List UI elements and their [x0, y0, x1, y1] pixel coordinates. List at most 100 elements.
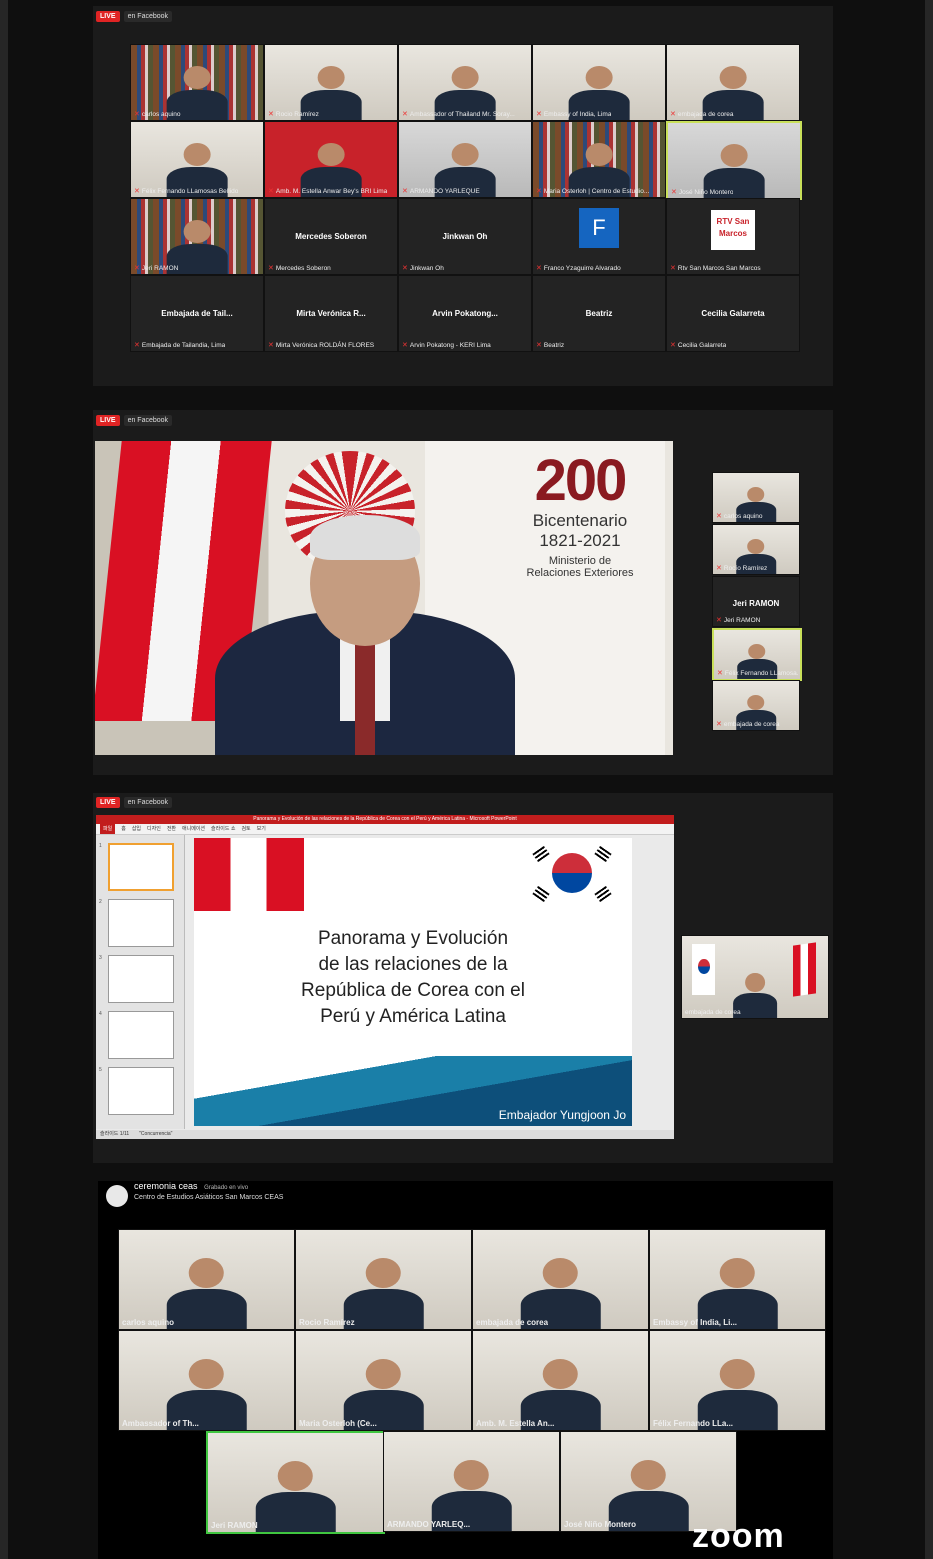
- speaker-person: [215, 515, 515, 755]
- participant-name: ✕ Mirta Verónica ROLDÁN FLORES: [268, 341, 375, 350]
- video-tile[interactable]: Mercedes Soberon ✕ Mercedes Soberon: [264, 198, 398, 275]
- video-tile[interactable]: Ambassador of Th...: [118, 1330, 295, 1431]
- video-tile[interactable]: RTV San Marcos ✕ Rtv San Marcos San Marcos: [666, 198, 800, 275]
- ppt-menu-item[interactable]: 삽입: [132, 824, 141, 834]
- participant-name: ✕ carlos aquino: [134, 110, 181, 119]
- video-tile[interactable]: Beatriz ✕ Beatriz: [532, 275, 666, 352]
- participant-name: ARMANDO YARLEQ...: [387, 1520, 471, 1529]
- video-tile[interactable]: ✕ José Niño Montero: [666, 121, 802, 200]
- share-frame: LIVE en Facebook Panorama y Evolución de…: [8, 785, 925, 1175]
- video-tile[interactable]: Félix Fernando LLa...: [649, 1330, 826, 1431]
- participant-name: ✕ Félix Fernando LLamosa...: [717, 669, 799, 678]
- video-tile[interactable]: ✕ carlos aquino: [130, 44, 264, 121]
- video-tile[interactable]: Amb. M. Estella An...: [472, 1330, 649, 1431]
- video-tile[interactable]: Arvin Pokatong... ✕ Arvin Pokatong - KERI …: [398, 275, 532, 352]
- logo-line2: 1821-2021: [539, 531, 621, 550]
- video-tile[interactable]: ✕ Ambassador of Thailand Mr. Soray...: [398, 44, 532, 121]
- channel-avatar: [106, 1185, 128, 1207]
- rtv-logo: RTV San Marcos: [711, 209, 755, 250]
- participant-name: Amb. M. Estella An...: [476, 1419, 555, 1428]
- video-tile[interactable]: carlos aquino: [118, 1229, 295, 1330]
- ppt-menu-item[interactable]: 전환: [167, 824, 176, 834]
- participant-video: [166, 1257, 247, 1329]
- live-destination[interactable]: en Facebook: [123, 10, 173, 22]
- video-tile[interactable]: Rocio Ramírez: [295, 1229, 472, 1330]
- slide-thumbnail[interactable]: [108, 843, 174, 891]
- live-badge[interactable]: LIVE en Facebook: [96, 795, 173, 809]
- participant-name: embajada de corea: [685, 1009, 741, 1016]
- slide-thumbnail[interactable]: [108, 955, 174, 1003]
- participant-name: Rocio Ramírez: [299, 1318, 355, 1327]
- video-tile[interactable]: ✕ Félix Fernando LLamosas Bellido: [130, 121, 264, 198]
- video-tile[interactable]: Maria Osterloh (Ce...: [295, 1330, 472, 1431]
- live-tag: LIVE: [96, 796, 120, 808]
- recording-frame: ceremonia ceas Grabado en vivo Centro de…: [8, 1175, 925, 1559]
- ppt-slide-thumbnails: 1 2 3 4 5: [96, 835, 185, 1129]
- video-tile[interactable]: ✕ embajada de corea: [712, 680, 800, 731]
- mic-muted-icon: ✕: [716, 513, 722, 520]
- slide-thumbnail[interactable]: [108, 1011, 174, 1059]
- video-tile[interactable]: ✕ Rocio Ramírez: [264, 44, 398, 121]
- ppt-menu-item[interactable]: 디자인: [147, 824, 161, 834]
- video-tile[interactable]: ✕ Jeri RAMON: [130, 198, 264, 275]
- slide-peru-flag: [194, 838, 304, 911]
- slide-thumb-number: 5: [99, 1067, 102, 1073]
- ppt-menu-item[interactable]: 검토: [241, 824, 250, 834]
- participant-video: [343, 1257, 424, 1329]
- live-destination[interactable]: en Facebook: [123, 796, 173, 808]
- slide-title-line: de las relaciones de la: [318, 954, 508, 975]
- video-tile[interactable]: ✕ ARMANDO YARLEQUE: [398, 121, 532, 198]
- participant-name: Jeri RAMON: [211, 1521, 258, 1530]
- ppt-menu-item[interactable]: 슬라이드 쇼: [211, 824, 235, 834]
- ppt-menu-item[interactable]: 보기: [257, 824, 266, 834]
- video-tile[interactable]: ✕ Maria Osterloh | Centro de Estudio...: [532, 121, 666, 198]
- slide-title-line: Panorama y Evolución: [317, 928, 509, 949]
- participant-display-name: Cecilia Galarreta: [701, 309, 765, 318]
- mic-muted-icon: ✕: [134, 265, 140, 272]
- gallery-panel: LIVE en Facebook ✕ carlos aquino ✕ Rocio Ra…: [93, 6, 833, 386]
- slide-thumbnail[interactable]: [108, 1067, 174, 1115]
- mic-muted-icon: ✕: [402, 188, 408, 195]
- participant-display-name: Beatriz: [585, 309, 613, 318]
- live-badge[interactable]: LIVE en Facebook: [96, 413, 173, 427]
- video-tile[interactable]: F ✕ Franco Yzaguirre Alvarado: [532, 198, 666, 275]
- participant-name: ✕ Jeri RAMON: [716, 616, 761, 625]
- live-badge[interactable]: LIVE en Facebook: [96, 9, 173, 23]
- video-tile[interactable]: ✕ Amb. M. Estella Anwar Bey's BRI Lima: [264, 121, 398, 198]
- video-tile[interactable]: ✕ Rocío Ramírez: [712, 524, 800, 575]
- video-tile[interactable]: Cecilia Galarreta ✕ Cecilia Galarreta: [666, 275, 800, 352]
- recording-title: ceremonia ceas Grabado en vivo: [134, 1181, 249, 1191]
- ppt-menu-item[interactable]: 파일: [100, 824, 116, 834]
- mic-muted-icon: ✕: [134, 188, 140, 195]
- video-tile[interactable]: ✕ Embassy of India, Lima: [532, 44, 666, 121]
- ppt-menu-item[interactable]: 애니메이션: [182, 824, 205, 834]
- slide-thumbnail[interactable]: [108, 899, 174, 947]
- video-tile[interactable]: ✕ embajada de corea: [666, 44, 800, 121]
- share-panel: LIVE en Facebook Panorama y Evolución de…: [93, 793, 833, 1163]
- korea-flag: [692, 944, 716, 995]
- mic-muted-icon: ✕: [670, 342, 676, 349]
- participant-name: ✕ Beatriz: [536, 341, 565, 350]
- video-tile[interactable]: embajada de corea: [472, 1229, 649, 1330]
- video-tile[interactable]: ARMANDO YARLEQ...: [383, 1431, 560, 1532]
- participant-name: ✕ Rocío Ramírez: [716, 564, 768, 573]
- participant-name: ✕ Cecilia Galarreta: [670, 341, 727, 350]
- ppt-menu-item[interactable]: 홈: [121, 824, 126, 834]
- participant-name: ✕ Arvin Pokatong - KERI Lima: [402, 341, 491, 350]
- mic-muted-icon: ✕: [402, 342, 408, 349]
- mic-muted-icon: ✕: [670, 111, 676, 118]
- video-tile[interactable]: Embajada de Tail... ✕ Embajada de Tailandi…: [130, 275, 264, 352]
- video-tile[interactable]: embajada de corea: [681, 935, 829, 1019]
- video-tile[interactable]: Embassy of India, Li...: [649, 1229, 826, 1330]
- video-tile[interactable]: ✕ Félix Fernando LLamosa...: [712, 628, 802, 681]
- slide-author: Embajador Yungjoon Jo: [498, 1108, 626, 1122]
- slide-thumb-number: 3: [99, 955, 102, 961]
- mic-muted-icon: ✕: [402, 265, 408, 272]
- video-tile[interactable]: Jeri RAMON ✕ Jeri RAMON: [712, 576, 800, 627]
- video-tile[interactable]: Mirta Verónica R... ✕ Mirta Verónica ROLDÁ…: [264, 275, 398, 352]
- live-destination[interactable]: en Facebook: [123, 414, 173, 426]
- video-tile[interactable]: Jeri RAMON: [206, 1431, 385, 1534]
- slide-thumb-number: 4: [99, 1011, 102, 1017]
- video-tile[interactable]: ✕ carlos aquino: [712, 472, 800, 523]
- video-tile[interactable]: Jinkwan Oh ✕ Jinkwan Oh: [398, 198, 532, 275]
